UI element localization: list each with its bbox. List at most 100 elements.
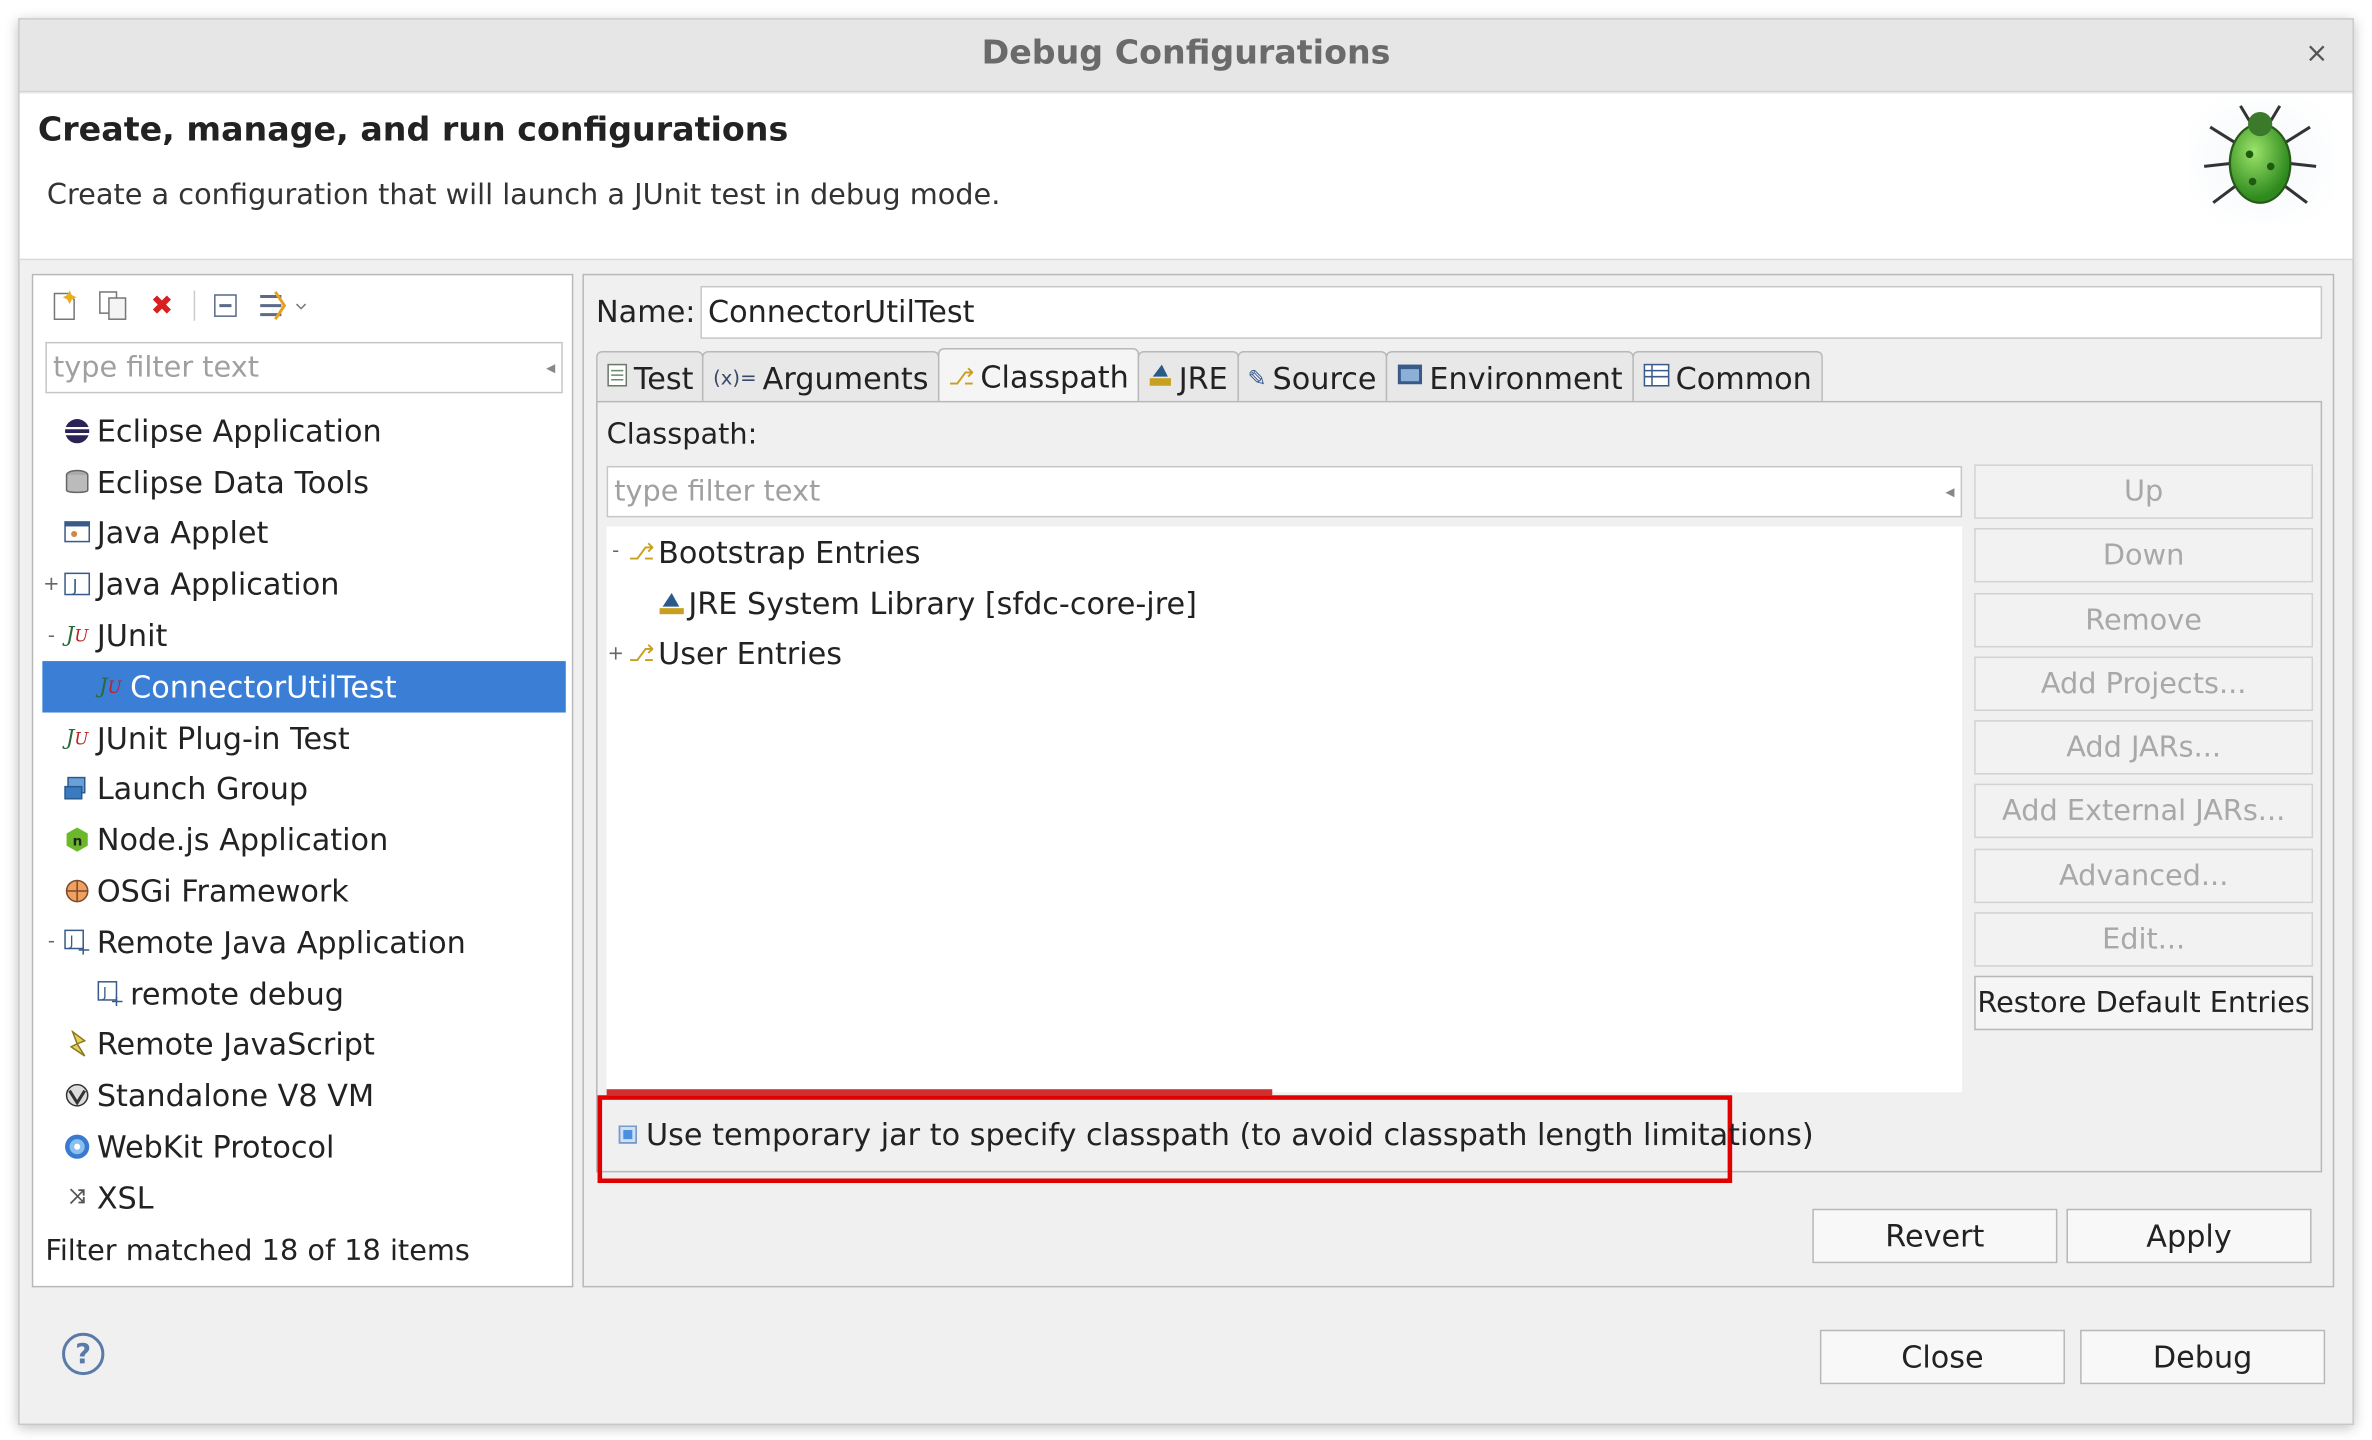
tree-item-node-js-application[interactable]: n Node.js Application xyxy=(42,814,565,865)
database-icon xyxy=(61,465,94,498)
close-icon[interactable]: × xyxy=(2305,38,2328,70)
tab-classpath[interactable]: ⎇ Classpath xyxy=(937,347,1140,403)
arguments-icon: (x)= xyxy=(713,366,757,390)
junit-plugin-icon: JU xyxy=(65,725,89,750)
osgi-icon xyxy=(61,874,94,907)
tab-arguments[interactable]: (x)= Arguments xyxy=(702,350,940,403)
temporary-jar-checkbox[interactable] xyxy=(618,1125,637,1144)
clear-filter-icon[interactable]: ◂ xyxy=(1945,481,1954,502)
tab-label: Common xyxy=(1675,359,1812,396)
tree-item-remote-java-application[interactable]: - J Remote Java Application xyxy=(42,917,565,968)
help-icon[interactable]: ? xyxy=(62,1332,105,1376)
tree-item-launch-group[interactable]: Launch Group xyxy=(42,763,565,814)
junit-icon: JU xyxy=(65,623,89,648)
down-button[interactable]: Down xyxy=(1974,528,2314,583)
eclipse-icon xyxy=(61,414,94,447)
tree-item-label: JUnit Plug-in Test xyxy=(96,719,350,756)
tab-label: Test xyxy=(633,359,694,396)
test-tab-icon xyxy=(607,362,628,392)
filter-menu-icon[interactable] xyxy=(256,286,310,325)
remote-java-icon: J xyxy=(94,977,127,1010)
tab-jre[interactable]: JRE xyxy=(1137,350,1239,403)
svg-text:J: J xyxy=(69,933,74,949)
new-configuration-icon[interactable] xyxy=(45,286,84,325)
delete-icon[interactable]: ✖ xyxy=(142,286,181,325)
add-projects-button[interactable]: Add Projects... xyxy=(1974,656,2314,711)
tree-item-webkit-protocol[interactable]: WebKit Protocol xyxy=(42,1121,565,1172)
tree-item-label: Java Applet xyxy=(96,515,269,552)
launch-group-icon xyxy=(61,772,94,805)
tab-source[interactable]: ✎ Source xyxy=(1236,350,1388,403)
tree-item-eclipse-application[interactable]: Eclipse Application xyxy=(42,405,565,456)
add-external-jars-button[interactable]: Add External JARs... xyxy=(1974,784,2314,839)
classpath-filter-input[interactable]: type filter text ◂ xyxy=(606,465,1963,518)
tree-item-junit[interactable]: - JU JUnit xyxy=(42,610,565,661)
name-field[interactable]: ConnectorUtilTest xyxy=(700,285,2323,339)
classpath-entry[interactable]: + ⎇ User Entries xyxy=(607,629,1962,680)
advanced-button[interactable]: Advanced... xyxy=(1974,848,2314,903)
edit-button[interactable]: Edit... xyxy=(1974,912,2314,967)
tab-common[interactable]: Common xyxy=(1631,350,1823,403)
tree-item-eclipse-data-tools[interactable]: Eclipse Data Tools xyxy=(42,457,565,508)
add-jars-button[interactable]: Add JARs... xyxy=(1974,720,2314,775)
window-title: Debug Configurations xyxy=(981,34,1391,73)
name-label: Name: xyxy=(596,293,696,330)
collapse-all-icon[interactable] xyxy=(207,286,246,325)
webkit-icon xyxy=(61,1130,94,1163)
tree-item-connectorutiltest[interactable]: JU ConnectorUtilTest xyxy=(42,661,566,713)
tab-environment[interactable]: Environment xyxy=(1385,350,1634,403)
tree-item-junit-plug-in-test[interactable]: JU JUnit Plug-in Test xyxy=(42,712,565,763)
collapse-icon[interactable]: - xyxy=(607,541,625,564)
restore-default-entries-button[interactable]: Restore Default Entries xyxy=(1974,976,2314,1031)
collapse-icon[interactable]: - xyxy=(42,624,60,647)
tree-item-remote-javascript[interactable]: Remote JavaScript xyxy=(42,1019,565,1070)
up-button[interactable]: Up xyxy=(1974,464,2314,519)
debug-configurations-window: Debug Configurations × Create, manage, a… xyxy=(18,18,2354,1426)
tab-label: Classpath xyxy=(980,357,1129,395)
tree-item-label: Remote JavaScript xyxy=(96,1026,375,1063)
tree-item-remote-debug[interactable]: Jremote debug xyxy=(42,968,565,1019)
tree-item-java-application[interactable]: + J Java Application xyxy=(42,559,565,610)
classpath-icon: ⎇ xyxy=(948,362,975,390)
applet-icon xyxy=(61,517,94,550)
tree-item-label: Java Application xyxy=(96,566,340,603)
config-toolbar: ✖ xyxy=(45,284,310,326)
debug-bug-icon xyxy=(2189,96,2335,224)
xsl-icon: ⤨ xyxy=(69,1186,86,1210)
filter-status: Filter matched 18 of 18 items xyxy=(45,1234,470,1268)
collapse-icon[interactable]: - xyxy=(42,931,60,954)
tree-item-label: Eclipse Application xyxy=(96,412,382,450)
tree-item-xsl[interactable]: ⤨ XSL xyxy=(42,1172,565,1223)
tab-test[interactable]: Test xyxy=(596,350,705,403)
clear-filter-icon[interactable]: ◂ xyxy=(546,357,555,378)
banner-title: Create, manage, and run configurations xyxy=(37,111,789,150)
classpath-entry-label: User Entries xyxy=(658,636,843,673)
tree-item-label: JUnit xyxy=(96,617,168,654)
revert-button[interactable]: Revert xyxy=(1812,1208,2058,1264)
tree-item-standalone-v8-vm[interactable]: Standalone V8 VM xyxy=(42,1070,565,1121)
classpath-entry[interactable]: JRE System Library [sfdc-core-jre] xyxy=(607,578,1962,629)
duplicate-icon[interactable] xyxy=(94,286,133,325)
remove-button[interactable]: Remove xyxy=(1974,592,2314,647)
tree-item-label: OSGi Framework xyxy=(96,872,349,910)
classpath-entry[interactable]: - ⎇ Bootstrap Entries xyxy=(607,526,1962,577)
temporary-jar-option[interactable]: Use temporary jar to specify classpath (… xyxy=(618,1116,1814,1153)
tree-item-osgi-framework[interactable]: OSGi Framework xyxy=(42,866,565,917)
configuration-list-panel: ✖ type filter text ◂ Eclipse Application… xyxy=(31,273,574,1288)
filter-placeholder: type filter text xyxy=(52,350,260,385)
tree-item-label: WebKit Protocol xyxy=(96,1128,335,1165)
apply-button[interactable]: Apply xyxy=(2066,1208,2312,1264)
banner-description: Create a configuration that will launch … xyxy=(46,178,1001,212)
library-icon xyxy=(655,591,688,615)
tab-label: Arguments xyxy=(762,359,929,396)
debug-button[interactable]: Debug xyxy=(2080,1329,2326,1385)
java-app-icon: J xyxy=(61,568,94,601)
remote-js-icon xyxy=(61,1028,94,1061)
expand-icon[interactable]: + xyxy=(42,573,60,596)
temporary-jar-label: Use temporary jar to specify classpath (… xyxy=(645,1116,1814,1153)
config-filter-input[interactable]: type filter text ◂ xyxy=(45,341,563,394)
title-bar: Debug Configurations × xyxy=(19,19,2353,93)
expand-icon[interactable]: + xyxy=(607,643,625,666)
close-button[interactable]: Close xyxy=(1819,1329,2065,1385)
tree-item-java-applet[interactable]: Java Applet xyxy=(42,508,565,559)
